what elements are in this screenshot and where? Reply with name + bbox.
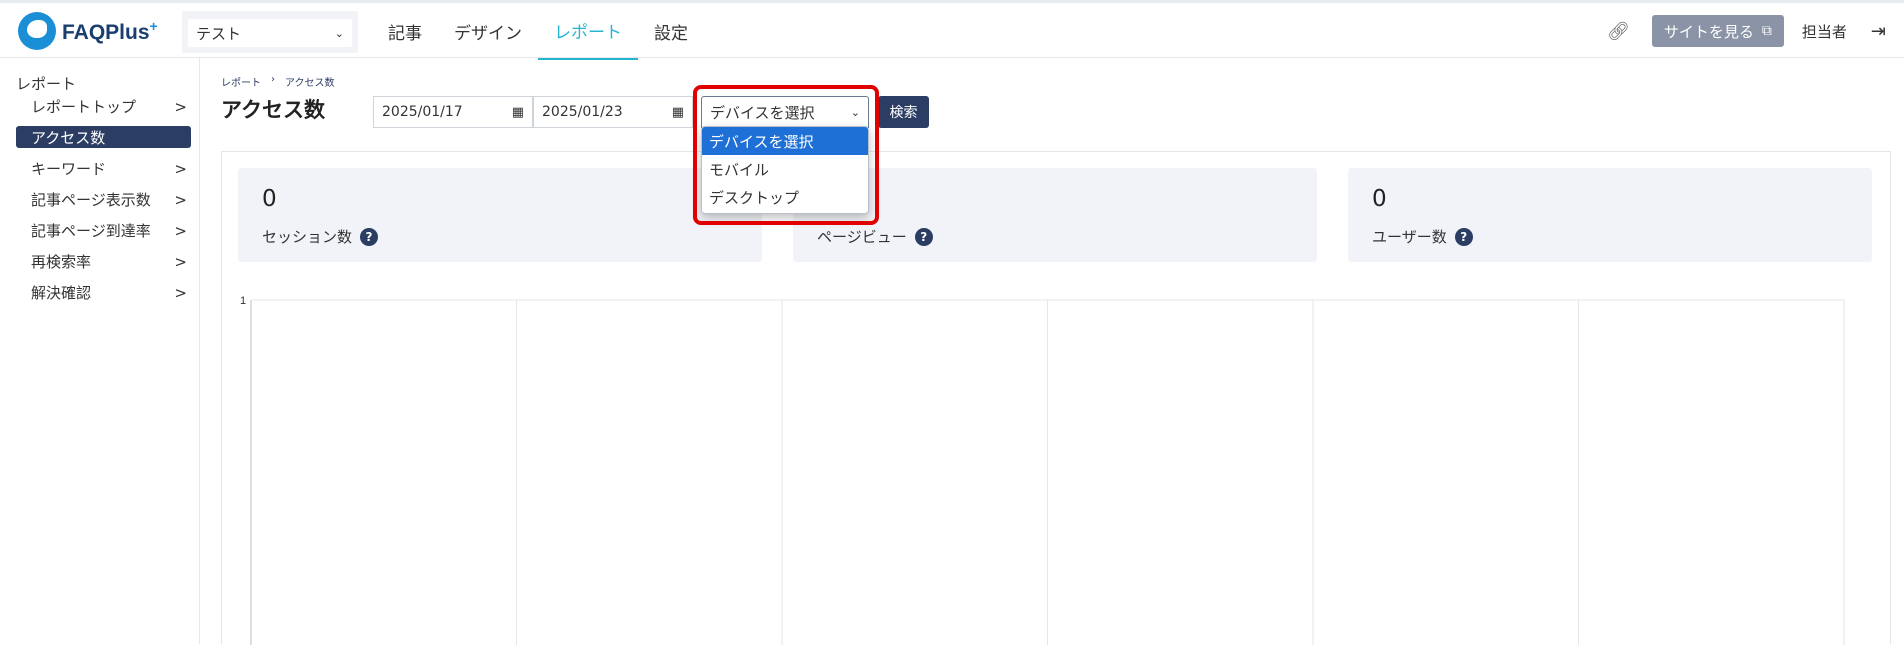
logo-plus: + [149,17,158,34]
site-selector-value: テスト [196,24,242,43]
link-icon[interactable]: 🔗︎ [1607,21,1630,42]
start-date-value: 2025/01/17 [382,104,463,120]
view-site-button[interactable]: サイトを見る ⧉ [1651,15,1784,47]
chevron-right-icon: > [174,221,187,240]
sidebar-item-label: 記事ページ到達率 [31,222,151,240]
report-panel: 0 セッション数 ? 0 ページビュー ? 0 ユーザー数 ? 1 [221,151,1891,645]
nav-item-design[interactable]: デザイン [438,3,538,60]
sidebar-item-label: キーワード [31,160,107,178]
sidebar-item-article-reach[interactable]: 記事ページ到達率 > [16,215,191,246]
breadcrumb-parent[interactable]: レポート [221,74,261,89]
dropdown-option-desktop[interactable]: デスクトップ [702,183,868,211]
sidebar-item-label: アクセス数 [31,128,106,147]
external-link-icon: ⧉ [1761,23,1772,39]
chevron-down-icon: ⌄ [334,26,344,40]
sidebar-item-label: 再検索率 [31,253,92,271]
start-date-input[interactable]: 2025/01/17 ▦ [373,96,533,128]
stat-card-pageviews: 0 ページビュー ? [793,168,1317,262]
stat-value: 0 [1372,186,1387,212]
stat-value: 0 [262,186,277,212]
help-icon[interactable]: ? [360,227,379,246]
dropdown-option-select-device[interactable]: デバイスを選択 [702,127,868,155]
site-selector[interactable]: テスト ⌄ [182,11,358,53]
end-date-input[interactable]: 2025/01/23 ▦ [533,96,693,128]
end-date-value: 2025/01/23 [542,104,623,120]
help-icon[interactable]: ? [914,227,933,246]
user-menu[interactable]: 担当者 [1802,21,1847,42]
stat-card-sessions: 0 セッション数 ? [238,168,762,262]
chart-grid [250,299,1845,645]
stat-label: ページビュー [817,228,907,246]
sidebar-item-access-count[interactable]: アクセス数 [16,126,191,148]
sidebar-item-resolution[interactable]: 解決確認 > [16,277,191,308]
sidebar-item-label: レポートトップ [31,98,137,116]
sidebar-item-article-views[interactable]: 記事ページ表示数 > [16,184,191,215]
chevron-right-icon: > [174,159,187,178]
nav-item-report[interactable]: レポート [538,3,638,60]
chevron-down-icon: ⌄ [850,105,860,119]
top-bar: FAQPlus+ テスト ⌄ 記事 デザイン レポート 設定 🔗︎ サイトを見る… [0,0,1904,60]
sidebar-item-label: 記事ページ表示数 [31,191,151,209]
logout-icon[interactable]: ⇥ [1871,21,1886,42]
device-select-open-value: デバイスを選択 [710,103,815,122]
sidebar-item-report-top[interactable]: レポートトップ > [16,91,191,122]
calendar-icon[interactable]: ▦ [512,105,524,120]
sidebar-item-label: 解決確認 [31,284,92,302]
search-button[interactable]: 検索 [878,96,929,128]
page-title: アクセス数 [221,98,325,122]
breadcrumb: レポート › アクセス数 [221,74,335,89]
logo-text: FAQPlus [62,20,150,44]
chevron-right-icon: > [174,190,187,209]
main-nav: 記事 デザイン レポート 設定 [372,3,704,60]
sidebar: レポート レポートトップ > アクセス数 キーワード > 記事ページ表示数 > … [0,58,200,644]
access-chart: 1 [240,295,1845,645]
calendar-icon[interactable]: ▦ [672,105,684,120]
chevron-right-icon: > [174,283,187,302]
stat-card-users: 0 ユーザー数 ? [1348,168,1872,262]
device-dropdown-list: デバイスを選択 モバイル デスクトップ [701,126,869,214]
breadcrumb-separator: › [271,74,275,85]
dropdown-option-mobile[interactable]: モバイル [702,155,868,183]
breadcrumb-current: アクセス数 [285,78,335,89]
stat-label: セッション数 [262,228,353,246]
device-select-open[interactable]: デバイスを選択 ⌄ [701,96,869,128]
dolphin-logo-icon [18,12,56,50]
help-icon[interactable]: ? [1454,227,1473,246]
stat-label: ユーザー数 [1372,228,1447,246]
nav-item-settings[interactable]: 設定 [638,3,704,60]
view-site-label: サイトを見る [1663,22,1754,41]
chevron-right-icon: > [174,97,187,116]
nav-item-articles[interactable]: 記事 [372,3,438,60]
main-content: レポート › アクセス数 アクセス数 2025/01/17 ▦ 2025/01/… [201,58,1904,645]
chevron-right-icon: > [174,252,187,271]
sidebar-item-keyword[interactable]: キーワード > [16,153,191,184]
sidebar-item-research-rate[interactable]: 再検索率 > [16,246,191,277]
app-logo[interactable]: FAQPlus+ [18,11,168,51]
y-tick-label: 1 [240,295,246,307]
